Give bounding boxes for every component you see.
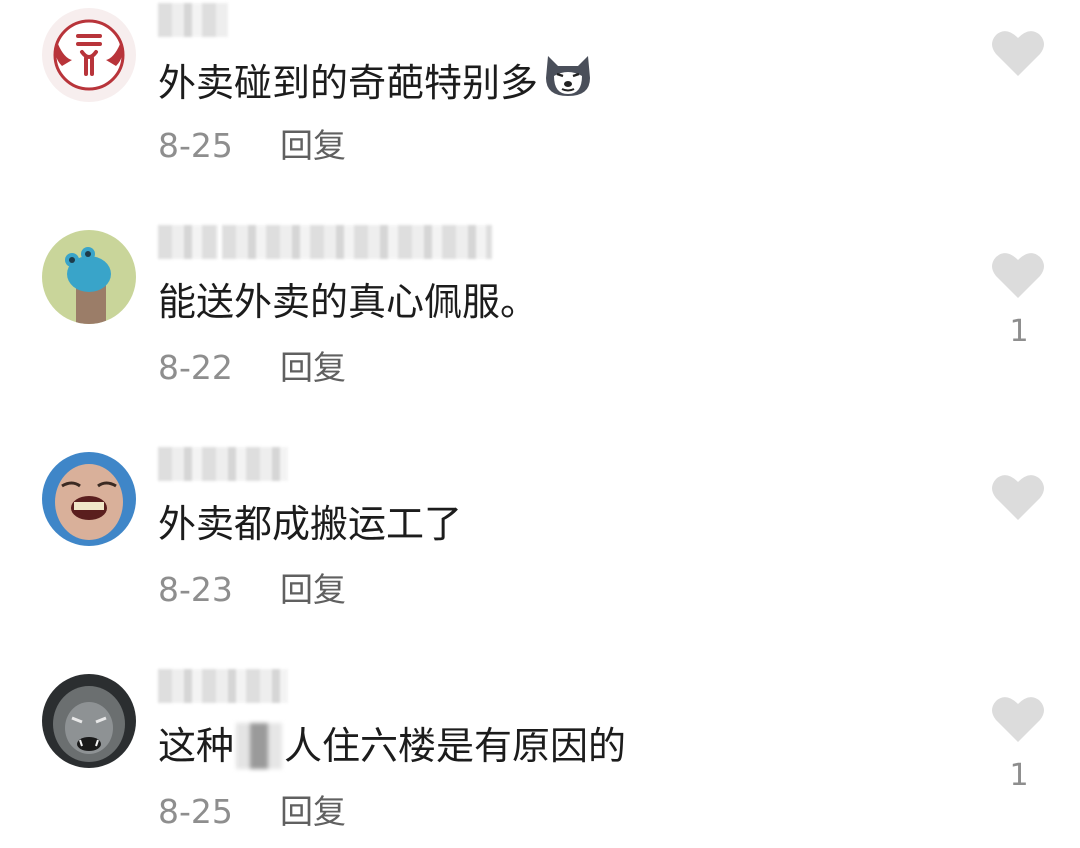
avatar[interactable] (42, 452, 136, 546)
censored-word (236, 723, 283, 769)
like-count: 1 (1009, 758, 1029, 793)
comment-date: 8-25 (158, 126, 233, 165)
comment-text-before: 这种 (158, 724, 235, 768)
avatar[interactable] (42, 230, 136, 324)
username-blurred[interactable] (158, 222, 492, 262)
comment-date: 8-23 (158, 570, 233, 609)
comment-date: 8-22 (158, 348, 233, 387)
like-button[interactable] (990, 28, 1046, 78)
comment-text-content: 外卖碰到的奇葩特别多 (158, 60, 539, 105)
husky-dog-emoji-icon (542, 52, 594, 113)
comment-text-after: 人住六楼是有原因的 (284, 724, 627, 768)
comment-text-content: 能送外卖的真心佩服。 (158, 280, 539, 324)
like-button[interactable] (990, 250, 1046, 300)
comment-text: 能送外卖的真心佩服。 (158, 274, 538, 330)
comment-text: 这种 人住六楼是有原因的 (158, 718, 626, 774)
comment-item: 外卖碰到的奇葩特别多 8-25 回复 (0, 0, 1080, 222)
comment-list: 外卖碰到的奇葩特别多 8-25 回复 能送外卖的真心佩服。 8-22 回复 1 … (0, 0, 1080, 848)
reply-button[interactable]: 回复 (280, 346, 346, 390)
comment-item: 外卖都成搬运工了 8-23 回复 (0, 444, 1080, 666)
username-blurred[interactable] (158, 0, 228, 40)
heart-icon (992, 697, 1044, 742)
avatar[interactable] (42, 8, 136, 102)
avatar-cartoon-icon (42, 230, 136, 324)
comment-text-content: 外卖都成搬运工了 (158, 502, 463, 546)
like-button[interactable] (990, 472, 1046, 522)
heart-icon (992, 31, 1044, 76)
comment-meta: 8-23 回复 (158, 568, 346, 612)
username-blurred[interactable] (158, 666, 288, 706)
comment-meta: 8-25 回复 (158, 790, 346, 834)
like-button[interactable] (990, 694, 1046, 744)
heart-icon (992, 253, 1044, 298)
avatar[interactable] (42, 674, 136, 768)
like-count: 1 (1009, 314, 1029, 349)
heart-icon (992, 475, 1044, 520)
username-blurred[interactable] (158, 444, 288, 484)
comment-text: 外卖都成搬运工了 (158, 496, 462, 552)
comment-date: 8-25 (158, 792, 233, 831)
reply-button[interactable]: 回复 (280, 124, 346, 168)
avatar-lion-icon (42, 674, 136, 768)
comment-item: 这种 人住六楼是有原因的 8-25 回复 1 (0, 666, 1080, 848)
reply-button[interactable]: 回复 (280, 568, 346, 612)
comment-meta: 8-22 回复 (158, 346, 346, 390)
avatar-logo-icon (42, 8, 136, 102)
comment-meta: 8-25 回复 (158, 124, 346, 168)
comment-text: 外卖碰到的奇葩特别多 (158, 52, 594, 113)
avatar-photo-icon (42, 452, 136, 546)
reply-button[interactable]: 回复 (280, 790, 346, 834)
comment-item: 能送外卖的真心佩服。 8-22 回复 1 (0, 222, 1080, 444)
